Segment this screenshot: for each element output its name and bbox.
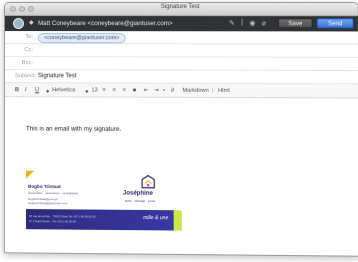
format-separator: | <box>211 87 214 94</box>
signature-address-2: N° 2 Saint Denis · Tél +33 1 00 00 00 <box>29 219 76 224</box>
markdown-toggle[interactable]: Markdown <box>182 87 208 93</box>
signature-accent-stripe <box>173 210 182 231</box>
from-dropdown-icon[interactable]: ◆ <box>29 19 34 26</box>
from-account-select[interactable]: Matt Coneybeare <coneybeare@giantuser.co… <box>38 20 173 27</box>
bcc-label: Bcc: <box>21 60 34 67</box>
signature-brand: Joséphine <box>122 190 153 197</box>
signature-email: bogbotrintaat@giantuser.com <box>27 200 68 206</box>
email-signature: Bogbo Trintaat Associates · associates ·… <box>25 171 182 233</box>
indent-icon[interactable]: ⇥ <box>154 87 159 93</box>
to-recipient-chip[interactable]: <coneybeare@giantuser.com> <box>38 32 126 43</box>
font-size-select[interactable]: 13 <box>91 87 97 93</box>
signature-title: Associates · associates · musiglishes <box>28 190 79 196</box>
cc-field[interactable]: Cc: <box>4 44 358 58</box>
brand-logo-icon <box>141 175 155 190</box>
account-icon[interactable] <box>12 18 25 30</box>
align-center-icon[interactable]: ≡ <box>113 87 116 93</box>
font-select[interactable]: Helvetica <box>52 87 75 93</box>
link-icon[interactable]: ∂ <box>171 87 174 93</box>
subject-field[interactable]: Subject: Signature Test <box>4 70 358 85</box>
html-toggle[interactable]: Html <box>218 87 230 93</box>
title-bar: Signature Test <box>4 3 358 17</box>
signature-name: Bogbo Trintaat <box>28 183 61 190</box>
window-title: Signature Test <box>160 4 200 11</box>
signature-trade-logo: mille & une <box>143 215 169 222</box>
message-body[interactable]: This is an email with my signature. <box>26 125 121 133</box>
italic-button[interactable]: I <box>25 87 27 93</box>
size-stepper-icon[interactable]: ◆ <box>85 88 88 93</box>
save-button[interactable]: Save <box>277 18 313 29</box>
signature-footer-bar: 15 rue de la Paix · 75001 Paris Tel +33 … <box>25 209 182 231</box>
signature-tagline: store · courage · jouez <box>124 198 156 203</box>
to-field: To: <coneybeare@giantuser.com> <box>4 31 358 45</box>
bold-button[interactable]: B <box>15 87 19 93</box>
format-bar: B I U ◆ Helvetica ◆ 13 ≡ ≡ ≡ ■ ⇤ ⇥ • ∂ M… <box>4 83 358 99</box>
camera-icon[interactable]: ◉ <box>249 19 255 27</box>
pen-icon[interactable]: ✎ <box>229 19 235 27</box>
list-icon[interactable]: • <box>163 87 165 93</box>
signature-address-1: 15 rue de la Paix · 75001 Paris Tel +33 … <box>29 214 96 219</box>
separator-icon: | <box>241 19 244 27</box>
font-stepper-icon[interactable]: ◆ <box>46 88 49 93</box>
color-swatch-icon[interactable]: ■ <box>133 87 136 93</box>
bcc-field[interactable]: Bcc: <box>4 57 358 72</box>
align-right-icon[interactable]: ≡ <box>123 87 126 93</box>
cc-label: Cc: <box>24 47 34 54</box>
attach-icon[interactable]: ⌀ <box>262 19 266 27</box>
subject-input[interactable]: Signature Test <box>38 73 76 79</box>
signature-corner-mark <box>26 171 34 179</box>
outdent-icon[interactable]: ⇤ <box>144 87 149 93</box>
align-left-icon[interactable]: ≡ <box>102 87 105 93</box>
underline-button[interactable]: U <box>35 87 39 93</box>
send-button[interactable]: Send <box>316 18 354 29</box>
from-toolbar: ◆ Matt Coneybeare <coneybeare@giantuser.… <box>4 16 358 32</box>
to-label: To: <box>25 34 34 41</box>
subject-label: Subject: <box>14 73 36 80</box>
